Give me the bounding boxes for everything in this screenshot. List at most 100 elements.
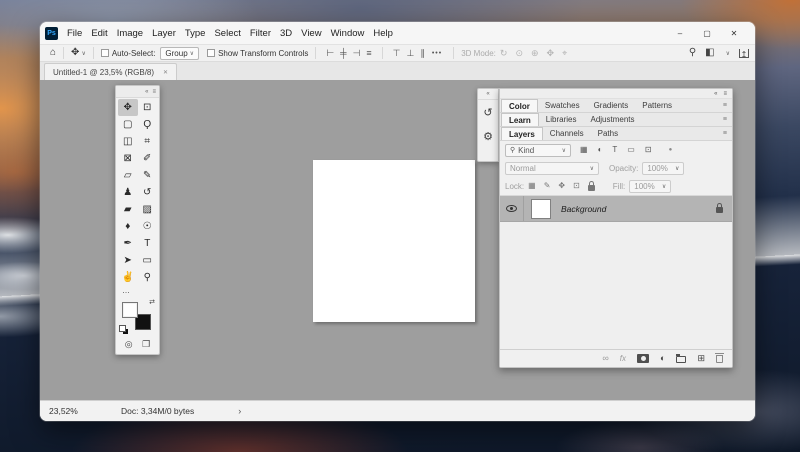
clone-stamp-tool[interactable]: ♟ xyxy=(118,184,138,201)
menu-edit[interactable]: Edit xyxy=(91,28,107,39)
brush-tool[interactable]: ✎ xyxy=(138,167,158,184)
smart-object-filter-icon[interactable]: ⊡ xyxy=(645,146,652,154)
frame-tool[interactable]: ⊠ xyxy=(118,150,138,167)
eyedropper-tool[interactable]: ✐ xyxy=(138,150,158,167)
tab-channels[interactable]: Channels xyxy=(543,127,591,140)
foreground-color-swatch[interactable] xyxy=(122,302,138,318)
panel-menu-icon[interactable]: ≡ xyxy=(723,99,732,112)
layer-mask-icon[interactable] xyxy=(637,354,649,363)
document-tab-close-icon[interactable]: ✕ xyxy=(163,69,168,76)
default-colors-icon[interactable] xyxy=(119,325,128,334)
home-icon[interactable]: ⌂ xyxy=(50,48,56,58)
menu-layer[interactable]: Layer xyxy=(152,28,176,39)
workspace-chevron-icon[interactable]: ∨ xyxy=(726,50,730,57)
tab-gradients[interactable]: Gradients xyxy=(587,99,636,112)
dock-collapse-icon[interactable]: « xyxy=(714,91,717,97)
adjustment-layer-icon[interactable]: ◐ xyxy=(660,354,665,363)
tools-collapse-icon[interactable]: « xyxy=(145,89,148,95)
quick-mask-icon[interactable]: ◎ xyxy=(125,339,133,350)
type-layer-filter-icon[interactable]: T xyxy=(612,146,617,154)
new-group-icon[interactable] xyxy=(676,356,686,363)
menu-help[interactable]: Help xyxy=(373,28,393,39)
properties-panel-icon[interactable]: ⚙ xyxy=(478,124,498,148)
visibility-toggle[interactable] xyxy=(500,196,524,221)
dodge-tool[interactable]: ☉ xyxy=(138,218,158,235)
lock-position-icon[interactable]: ✥ xyxy=(558,182,565,190)
eraser-tool[interactable]: ▰ xyxy=(118,201,138,218)
tab-swatches[interactable]: Swatches xyxy=(538,99,587,112)
menu-3d[interactable]: 3D xyxy=(280,28,292,39)
lock-paint-icon[interactable]: ✎ xyxy=(544,182,551,190)
align-top-icon[interactable]: ⊤ xyxy=(393,49,401,58)
align-bottom-icon[interactable]: ⊥ xyxy=(407,49,415,58)
filter-toggle-icon[interactable]: ● xyxy=(669,147,673,153)
strip-collapse-icon[interactable]: « xyxy=(478,89,498,100)
layer-filter-dropdown[interactable]: ⚲ Kind ∨ xyxy=(505,144,571,157)
lock-transparency-icon[interactable]: ▦ xyxy=(528,182,536,190)
object-selection-tool[interactable]: ◫ xyxy=(118,133,138,150)
new-layer-icon[interactable]: ⊞ xyxy=(697,354,705,363)
status-chevron-icon[interactable]: › xyxy=(238,406,241,416)
path-selection-tool[interactable]: ➤ xyxy=(118,252,138,269)
healing-brush-tool[interactable]: ▱ xyxy=(118,167,138,184)
menu-view[interactable]: View xyxy=(301,28,321,39)
pixel-layer-filter-icon[interactable]: ▦ xyxy=(580,146,588,154)
layer-thumbnail[interactable] xyxy=(531,199,551,219)
link-layers-icon[interactable]: ∞ xyxy=(602,354,608,363)
align-right-icon[interactable]: ⊣ xyxy=(353,49,361,58)
gradient-tool[interactable]: ▨ xyxy=(138,201,158,218)
close-button[interactable]: ✕ xyxy=(729,29,739,38)
menu-type[interactable]: Type xyxy=(185,28,206,39)
tab-learn[interactable]: Learn xyxy=(501,113,539,126)
panel-menu-icon[interactable]: ≡ xyxy=(723,113,732,126)
search-icon[interactable]: ⚲ xyxy=(689,48,696,58)
auto-select-checkbox[interactable] xyxy=(101,49,109,57)
artboard-tool[interactable]: ⊡ xyxy=(138,99,158,116)
workspace-icon[interactable]: ◧ xyxy=(705,48,714,58)
blend-mode-dropdown[interactable]: Normal ∨ xyxy=(505,162,599,175)
menu-window[interactable]: Window xyxy=(331,28,365,39)
layer-row-background[interactable]: Background xyxy=(500,196,732,222)
move-tool[interactable]: ✥ xyxy=(118,99,138,116)
lasso-tool[interactable]: Ϙ xyxy=(138,116,158,133)
menu-filter[interactable]: Filter xyxy=(250,28,271,39)
share-icon[interactable]: ↥ xyxy=(739,49,749,58)
type-tool[interactable]: T xyxy=(138,235,158,252)
dock-menu-icon[interactable]: ≡ xyxy=(723,91,727,97)
lock-all-icon[interactable] xyxy=(588,185,595,191)
pen-tool[interactable]: ✒ xyxy=(118,235,138,252)
menu-select[interactable]: Select xyxy=(214,28,240,39)
hand-tool[interactable]: ✌ xyxy=(118,269,138,286)
zoom-tool[interactable]: ⚲ xyxy=(138,269,158,286)
menu-image[interactable]: Image xyxy=(117,28,143,39)
fill-dropdown[interactable]: 100% ∨ xyxy=(629,180,671,193)
document-tab[interactable]: Untitled-1 @ 23,5% (RGB/8) ✕ xyxy=(44,63,177,80)
distribute-vertical-icon[interactable]: ∥ xyxy=(420,49,425,58)
history-panel-icon[interactable]: ↺ xyxy=(478,100,498,124)
minimize-button[interactable]: – xyxy=(675,29,685,38)
delete-layer-icon[interactable] xyxy=(716,355,723,363)
canvas-document[interactable] xyxy=(313,160,475,322)
screen-mode-icon[interactable]: ❐ xyxy=(142,339,150,350)
menu-file[interactable]: File xyxy=(67,28,82,39)
tab-layers[interactable]: Layers xyxy=(501,127,543,140)
distribute-centers-icon[interactable]: ≡ xyxy=(366,49,371,58)
panel-menu-icon[interactable]: ≡ xyxy=(723,127,732,140)
swap-colors-icon[interactable]: ⇄ xyxy=(149,298,155,306)
layer-style-icon[interactable]: fx xyxy=(620,355,626,363)
tools-menu-icon[interactable]: ≡ xyxy=(152,89,156,95)
align-left-icon[interactable]: ⊢ xyxy=(326,49,334,58)
adjustment-layer-filter-icon[interactable]: ◐ xyxy=(598,146,603,154)
edit-toolbar-icon[interactable]: … xyxy=(116,287,159,297)
tab-paths[interactable]: Paths xyxy=(591,127,625,140)
tab-adjustments[interactable]: Adjustments xyxy=(583,113,641,126)
shape-layer-filter-icon[interactable]: ▭ xyxy=(627,146,635,154)
tab-color[interactable]: Color xyxy=(501,99,538,112)
tool-preset-chevron-icon[interactable]: ∨ xyxy=(81,50,85,57)
zoom-level-field[interactable]: 23,52% xyxy=(49,406,121,416)
history-brush-tool[interactable]: ↺ xyxy=(138,184,158,201)
more-options-icon[interactable]: ••• xyxy=(432,50,442,57)
tab-patterns[interactable]: Patterns xyxy=(635,99,679,112)
opacity-dropdown[interactable]: 100% ∨ xyxy=(642,162,684,175)
tab-libraries[interactable]: Libraries xyxy=(539,113,584,126)
